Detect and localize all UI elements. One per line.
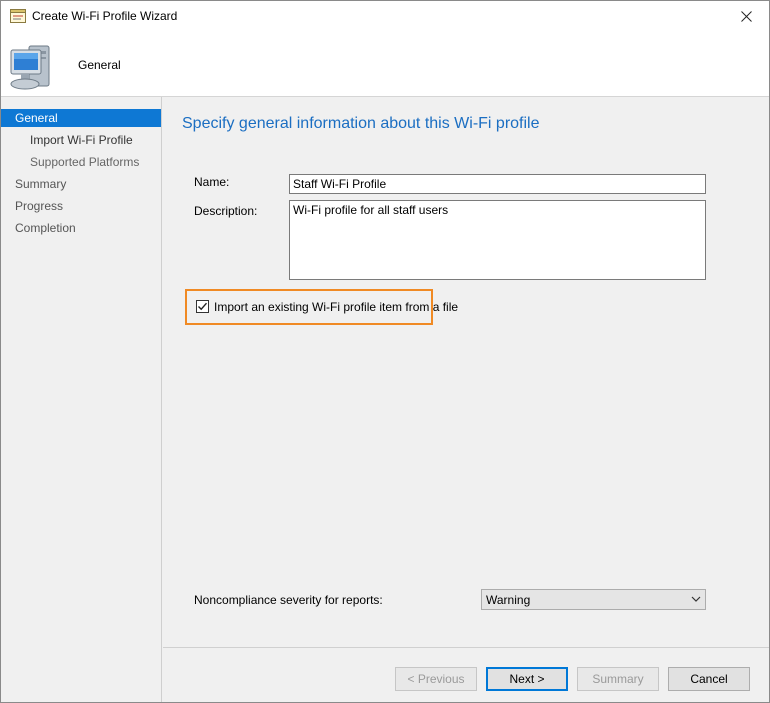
- nav-item-label: Summary: [15, 177, 67, 191]
- page-title: Specify general information about this W…: [182, 115, 540, 132]
- nav-item-progress[interactable]: Progress: [1, 197, 161, 215]
- computer-icon: [10, 45, 50, 90]
- nav-item-label: Supported Platforms: [30, 155, 140, 169]
- checkmark-icon: [198, 302, 208, 311]
- nav-item-general[interactable]: General: [1, 109, 161, 127]
- chevron-down-icon: [691, 596, 701, 602]
- import-checkbox[interactable]: [196, 300, 209, 313]
- nav-item-label: Completion: [15, 221, 76, 235]
- close-button[interactable]: [723, 1, 769, 32]
- title-bar: Create Wi-Fi Profile Wizard: [1, 1, 769, 32]
- wizard-content: Specify general information about this W…: [163, 97, 769, 647]
- severity-label: Noncompliance severity for reports:: [194, 593, 383, 607]
- import-option-highlight: Import an existing Wi-Fi profile item fr…: [185, 289, 458, 325]
- close-icon: [740, 11, 752, 22]
- nav-item-label: Progress: [15, 199, 64, 213]
- next-button[interactable]: Next >: [486, 667, 568, 691]
- description-label: Description:: [194, 204, 258, 218]
- nav-item-import-wifi-profile[interactable]: Import Wi-Fi Profile: [1, 131, 161, 149]
- wizard-window: Create Wi-Fi Profile Wizard General Gene…: [0, 0, 770, 703]
- summary-button[interactable]: Summary: [577, 667, 659, 691]
- wizard-nav: General Import Wi-Fi Profile Supported P…: [1, 97, 162, 702]
- import-checkbox-label[interactable]: Import an existing Wi-Fi profile item fr…: [214, 300, 458, 314]
- severity-value: Warning: [486, 593, 531, 607]
- cancel-button[interactable]: Cancel: [668, 667, 750, 691]
- window-title: Create Wi-Fi Profile Wizard: [32, 9, 178, 23]
- nav-item-completion[interactable]: Completion: [1, 219, 161, 237]
- name-label: Name:: [194, 175, 230, 189]
- previous-button[interactable]: < Previous: [395, 667, 477, 691]
- header-title: General: [78, 58, 121, 72]
- wizard-icon: [10, 9, 26, 23]
- nav-item-label: General: [15, 111, 58, 125]
- nav-item-label: Import Wi-Fi Profile: [30, 133, 133, 147]
- severity-select[interactable]: Warning: [481, 589, 706, 610]
- wizard-footer: < Previous Next > Summary Cancel: [163, 647, 769, 702]
- nav-item-summary[interactable]: Summary: [1, 175, 161, 193]
- name-field[interactable]: Staff Wi-Fi Profile: [289, 174, 706, 194]
- description-field[interactable]: Wi-Fi profile for all staff users: [289, 200, 706, 280]
- wizard-header: General: [1, 32, 769, 97]
- nav-item-supported-platforms[interactable]: Supported Platforms: [1, 153, 161, 171]
